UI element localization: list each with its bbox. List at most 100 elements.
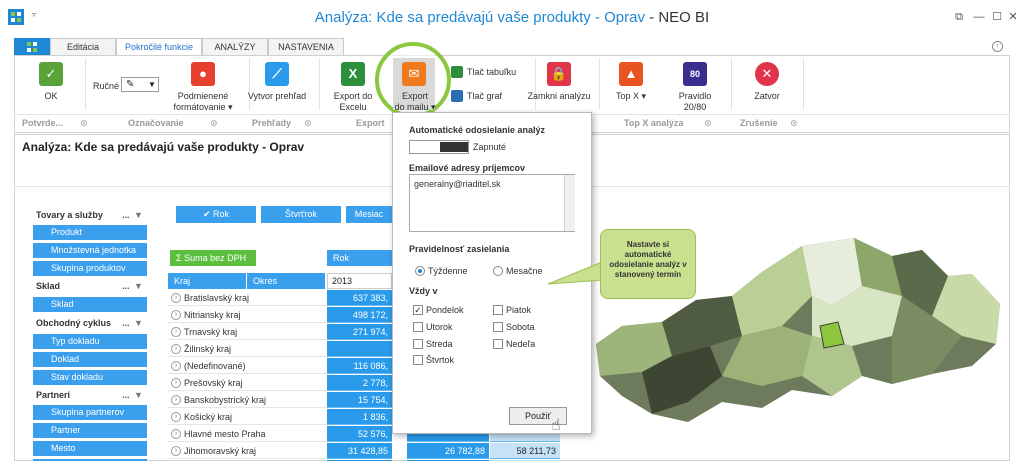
day-utorok-checkbox[interactable] bbox=[413, 322, 423, 332]
weekly-radio[interactable] bbox=[415, 266, 425, 276]
table-row[interactable]: › Hlavné mesto Praha bbox=[168, 426, 328, 442]
period-rok-button[interactable]: ✔ Rok bbox=[176, 206, 256, 223]
tab-analyzy[interactable]: ANALÝZY bbox=[202, 38, 268, 55]
day-label: Utorok bbox=[426, 322, 453, 332]
filter-partner[interactable]: Partner bbox=[33, 423, 147, 438]
table-row[interactable]: › Trnavský kraj bbox=[168, 324, 328, 340]
period-mesiac-button[interactable]: Mesiac bbox=[346, 206, 392, 223]
filter-arrow-icon: ▼ bbox=[134, 210, 143, 220]
ok-button[interactable]: OK bbox=[29, 91, 73, 102]
scrollbar[interactable] bbox=[564, 175, 575, 231]
group-expand-icon[interactable]: ⊙ bbox=[210, 118, 218, 129]
create-view-button[interactable]: Vytvor prehľad bbox=[243, 91, 311, 102]
filter-arrow-icon: ▼ bbox=[134, 390, 143, 400]
print-chart-button[interactable]: Tlač graf bbox=[467, 91, 502, 102]
table-row[interactable]: › Nitriansky kraj bbox=[168, 307, 328, 323]
filter-skupina-partnerov[interactable]: Skupina partnerov bbox=[33, 405, 147, 420]
print-table-icon[interactable] bbox=[451, 66, 463, 78]
measure-header[interactable]: Σ Suma bez DPH bbox=[170, 250, 256, 266]
section-obchodny-cyklus[interactable]: Obchodný cyklus... ▼ bbox=[36, 318, 143, 328]
group-expand-icon[interactable]: ⊙ bbox=[80, 118, 88, 129]
monthly-radio[interactable] bbox=[493, 266, 503, 276]
top-x-icon[interactable]: ▲ bbox=[619, 62, 643, 86]
column-rok-header[interactable]: Rok bbox=[327, 250, 392, 266]
filter-mnozstevna-jednotka[interactable]: Množstevná jednotka bbox=[33, 243, 147, 258]
export-mail-button[interactable]: Export do mailu ▾ bbox=[387, 91, 443, 113]
day-stvrtok-checkbox[interactable] bbox=[413, 355, 423, 365]
palette-icon[interactable]: ● bbox=[191, 62, 215, 86]
auto-send-toggle[interactable] bbox=[409, 140, 469, 154]
filter-sklad[interactable]: Sklad bbox=[33, 297, 147, 312]
close-analysis-icon[interactable]: ✕ bbox=[755, 62, 779, 86]
filter-produkt[interactable]: Produkt bbox=[33, 225, 147, 240]
expand-row-icon[interactable]: › bbox=[171, 344, 181, 354]
period-stvrtrok-button[interactable]: Štvrťrok bbox=[261, 206, 341, 223]
table-row[interactable]: › Košický kraj bbox=[168, 409, 328, 425]
conditional-format-button[interactable]: Podmienené formátovanie ▾ bbox=[165, 91, 241, 113]
print-table-button[interactable]: Tlač tabuľku bbox=[467, 67, 516, 78]
tab-nastavenia[interactable]: NASTAVENIA bbox=[268, 38, 344, 55]
expand-row-icon[interactable]: › bbox=[171, 395, 181, 405]
pareto-icon[interactable]: 80 bbox=[683, 62, 707, 86]
section-partneri[interactable]: Partneri... ▼ bbox=[36, 390, 143, 400]
group-prehlady: Prehľady bbox=[252, 118, 291, 128]
group-expand-icon[interactable]: ⊙ bbox=[790, 118, 798, 129]
okres-header[interactable]: Okres bbox=[247, 273, 325, 289]
filter-typ-dokladu[interactable]: Typ dokladu bbox=[33, 334, 147, 349]
day-pondelok-checkbox[interactable]: ✓ bbox=[413, 305, 423, 315]
day-nedela-checkbox[interactable] bbox=[493, 339, 503, 349]
group-export: Export bbox=[356, 118, 385, 128]
expand-row-icon[interactable]: › bbox=[171, 361, 181, 371]
pareto-button[interactable]: Pravidlo 20/80 bbox=[667, 91, 723, 113]
day-sobota-checkbox[interactable] bbox=[493, 322, 503, 332]
collapse-ribbon-icon[interactable]: ↑ bbox=[992, 41, 1003, 52]
print-chart-icon[interactable] bbox=[451, 90, 463, 102]
close-analysis-button[interactable]: Zatvor bbox=[739, 91, 795, 102]
maximize-icon[interactable]: ☐ bbox=[990, 10, 1004, 24]
table-row[interactable]: › Banskobystrický kraj bbox=[168, 392, 328, 408]
minimize-icon[interactable]: — bbox=[972, 10, 986, 24]
excel-icon[interactable]: X bbox=[341, 62, 365, 86]
table-row[interactable]: › Prešovský kraj bbox=[168, 375, 328, 391]
highlight-color-dropdown[interactable]: ✎ ▼ bbox=[121, 77, 159, 92]
filter-doklad[interactable]: Doklad bbox=[33, 352, 147, 367]
group-expand-icon[interactable]: ⊙ bbox=[304, 118, 312, 129]
tab-logo[interactable] bbox=[14, 38, 50, 55]
lock-analysis-button[interactable]: Zamkni analýzu bbox=[525, 91, 593, 102]
expand-row-icon[interactable]: › bbox=[171, 293, 181, 303]
restore-icon[interactable]: ⧉ bbox=[952, 10, 966, 24]
chart-view-icon[interactable]: ⟋ bbox=[265, 62, 289, 86]
group-oznacovanie: Označovanie bbox=[128, 118, 184, 128]
row-label: Trnavský kraj bbox=[184, 327, 238, 337]
expand-row-icon[interactable]: › bbox=[171, 412, 181, 422]
export-excel-button[interactable]: Export do Excelu bbox=[323, 91, 383, 113]
tab-pokrocile-funkcie[interactable]: Pokročilé funkcie bbox=[116, 38, 202, 56]
day-streda-checkbox[interactable] bbox=[413, 339, 423, 349]
filter-skupina-produktov[interactable]: Skupina produktov bbox=[33, 261, 147, 276]
expand-row-icon[interactable]: › bbox=[171, 327, 181, 337]
expand-row-icon[interactable]: › bbox=[171, 378, 181, 388]
table-row[interactable]: › Jihomoravský kraj bbox=[168, 443, 328, 459]
expand-row-icon[interactable]: › bbox=[171, 446, 181, 456]
tab-editacia[interactable]: Editácia bbox=[50, 38, 116, 55]
emails-textarea[interactable]: generalny@riaditel.sk bbox=[409, 174, 575, 232]
close-window-icon[interactable]: ✕ bbox=[1006, 10, 1020, 24]
section-tovary[interactable]: Tovary a služby... ▼ bbox=[36, 210, 143, 220]
day-piatok-checkbox[interactable] bbox=[493, 305, 503, 315]
kraj-header[interactable]: Kraj bbox=[168, 273, 246, 289]
table-row[interactable]: › (Nedefinované) bbox=[168, 358, 328, 374]
value-cell: 31 428,85 bbox=[327, 443, 392, 459]
group-expand-icon[interactable]: ⊙ bbox=[704, 118, 712, 129]
value-cell: 52 576, bbox=[327, 426, 392, 442]
lock-icon[interactable]: 🔒 bbox=[547, 62, 571, 86]
expand-row-icon[interactable]: › bbox=[171, 310, 181, 320]
mail-icon[interactable]: ✉ bbox=[402, 62, 426, 86]
top-x-button[interactable]: Top X ▾ bbox=[603, 91, 659, 102]
expand-row-icon[interactable]: › bbox=[171, 429, 181, 439]
table-row[interactable]: › Bratislavský kraj bbox=[168, 290, 328, 306]
filter-mesto[interactable]: Mesto bbox=[33, 441, 147, 456]
ok-icon[interactable]: ✓ bbox=[39, 62, 63, 86]
table-row[interactable]: › Žilinský kraj bbox=[168, 341, 328, 357]
filter-stav-dokladu[interactable]: Stav dokladu bbox=[33, 370, 147, 385]
section-sklad[interactable]: Sklad... ▼ bbox=[36, 281, 143, 291]
